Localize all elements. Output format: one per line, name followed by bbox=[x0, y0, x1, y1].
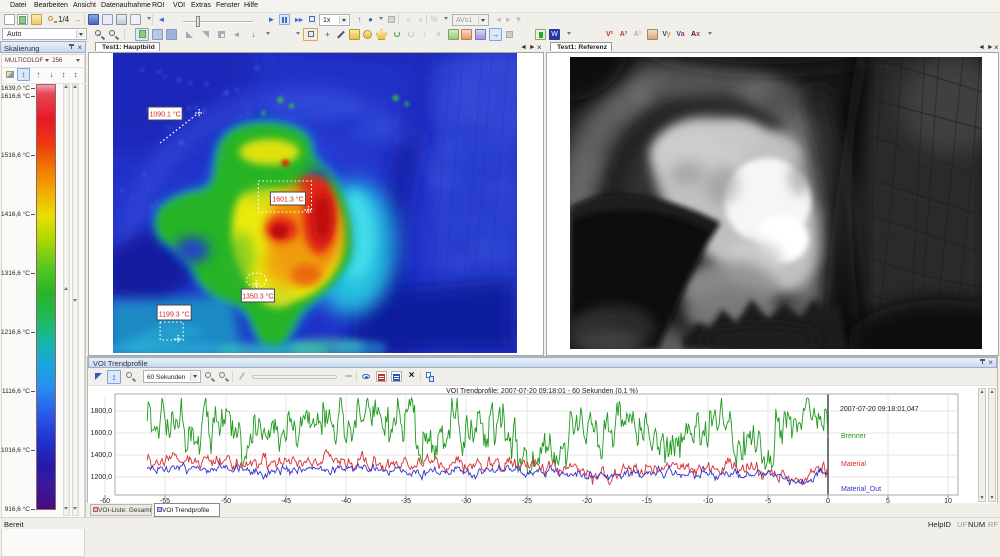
svg-text:1350.3 °C: 1350.3 °C bbox=[242, 293, 273, 301]
svg-text:1199.3 °C: 1199.3 °C bbox=[159, 311, 190, 319]
svg-text:2007-07-20 09:18:01,047: 2007-07-20 09:18:01,047 bbox=[840, 406, 919, 413]
svg-text:Material: Material bbox=[841, 461, 866, 468]
svg-text:1800,0: 1800,0 bbox=[91, 408, 113, 415]
svg-text:1090.1 °C: 1090.1 °C bbox=[150, 111, 181, 119]
svg-text:1200,0: 1200,0 bbox=[91, 474, 113, 481]
svg-text:Material_Out: Material_Out bbox=[841, 486, 881, 493]
svg-text:1600,0: 1600,0 bbox=[91, 430, 113, 437]
svg-text:Brenner: Brenner bbox=[841, 433, 867, 440]
svg-text:1400,0: 1400,0 bbox=[91, 452, 113, 459]
svg-text:1601.3 °C: 1601.3 °C bbox=[272, 196, 303, 204]
